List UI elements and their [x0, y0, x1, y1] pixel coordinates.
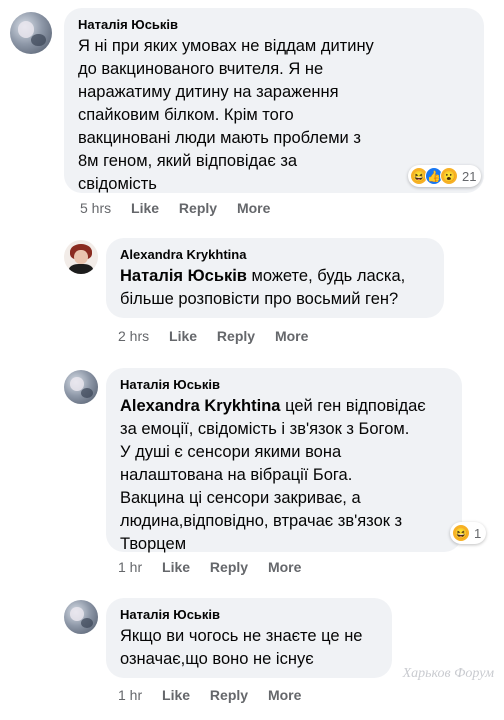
like-button[interactable]: Like [162, 687, 190, 703]
avatar[interactable] [64, 600, 98, 634]
comment-author[interactable]: Наталія Юськів [120, 377, 448, 393]
comment-bubble: Наталія Юськів Alexandra Krykhtina цей г… [106, 368, 462, 553]
reaction-count: 1 [474, 525, 482, 541]
reply-button[interactable]: Reply [210, 687, 248, 703]
reactions-badge[interactable]: 😆 👍 😮 21 [408, 165, 482, 187]
avatar[interactable] [64, 370, 98, 404]
comment-time[interactable]: 1 hr [118, 559, 142, 575]
avatar[interactable] [10, 12, 52, 54]
more-button[interactable]: More [268, 559, 301, 575]
comment-text: Alexandra Krykhtina цей ген відповідає з… [120, 395, 448, 556]
comment-actions: 2 hrs Like Reply More [118, 328, 324, 344]
comment-actions: 1 hr Like Reply More [118, 687, 317, 703]
comment-time[interactable]: 5 hrs [80, 200, 111, 216]
comment-text: Якщо ви чогось не знаєте це не означає,щ… [120, 627, 363, 668]
reply-button[interactable]: Reply [210, 559, 248, 575]
more-button[interactable]: More [237, 200, 270, 216]
comment-time[interactable]: 1 hr [118, 687, 142, 703]
reactions-badge[interactable]: 😆 1 [450, 522, 487, 544]
comment-actions: 5 hrs Like Reply More [80, 200, 286, 216]
reaction-count: 21 [462, 168, 477, 184]
comment-text-body: цей ген відповідає за емоції, свідомість… [120, 397, 426, 553]
like-button[interactable]: Like [162, 559, 190, 575]
comment-bubble: Наталія Юськів Якщо ви чогось не знаєте … [106, 598, 392, 678]
mention-link[interactable]: Наталія Юськів [120, 267, 247, 285]
avatar[interactable] [64, 240, 98, 274]
watermark: Харьков Форум [402, 666, 494, 681]
comment-time[interactable]: 2 hrs [118, 328, 149, 344]
mention-link[interactable]: Alexandra Krykhtina [120, 397, 280, 415]
more-button[interactable]: More [268, 687, 301, 703]
comment-author[interactable]: Наталія Юськів [78, 17, 470, 33]
wow-icon: 😮 [440, 167, 458, 185]
more-button[interactable]: More [275, 328, 308, 344]
like-button[interactable]: Like [131, 200, 159, 216]
like-button[interactable]: Like [169, 328, 197, 344]
reply-button[interactable]: Reply [217, 328, 255, 344]
comment-author[interactable]: Наталія Юськів [120, 607, 378, 623]
haha-icon: 😆 [452, 524, 470, 542]
comment-text: Наталія Юськів можете, будь ласка, більш… [120, 265, 430, 311]
reply-button[interactable]: Reply [179, 200, 217, 216]
comment-author[interactable]: Alexandra Krykhtina [120, 247, 430, 263]
comment-actions: 1 hr Like Reply More [118, 559, 317, 575]
comment-bubble: Alexandra Krykhtina Наталія Юськів может… [106, 238, 444, 318]
